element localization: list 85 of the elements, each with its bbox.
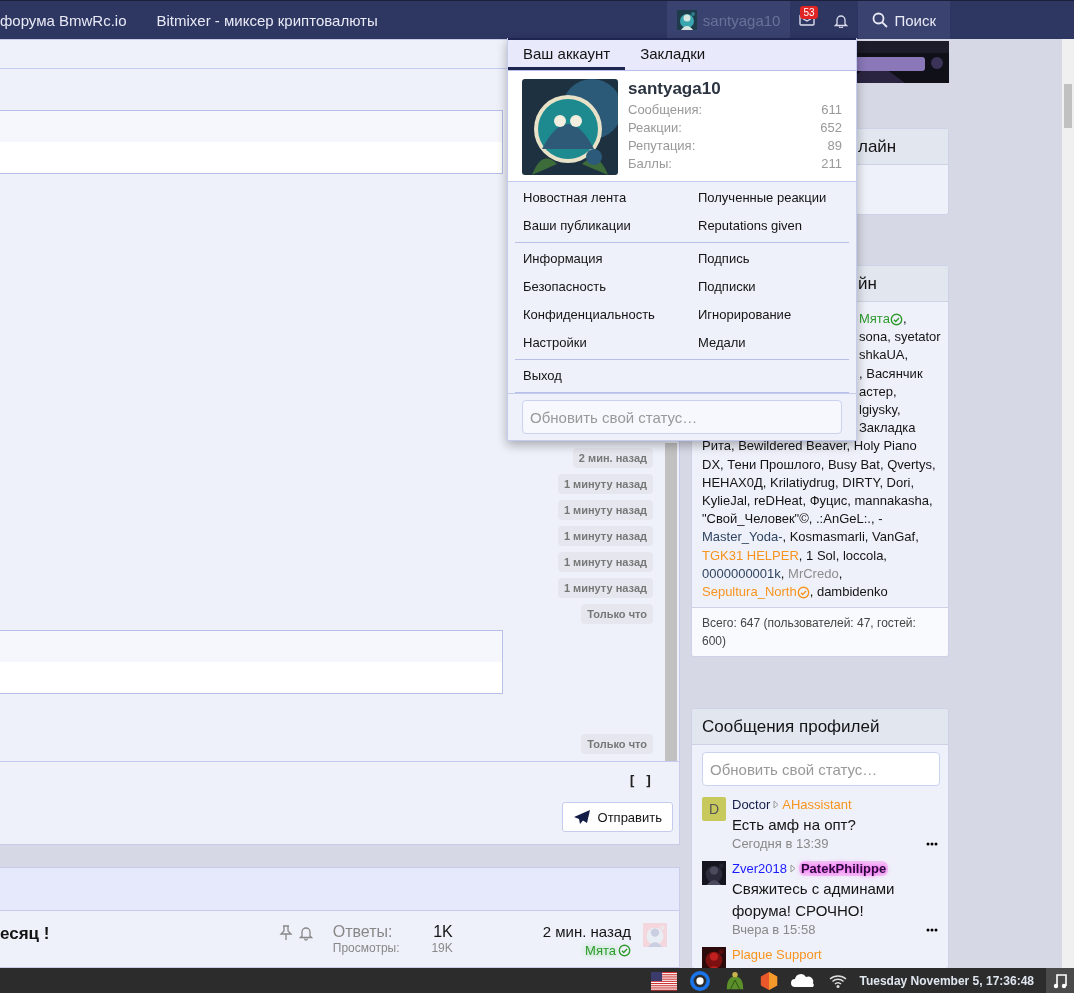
online-list-text: sona, syetator xyxy=(859,328,941,347)
post-text: Есть амф на опт? xyxy=(732,815,857,836)
replies-label: Ответы: xyxy=(332,923,394,941)
menu-link[interactable]: Медали xyxy=(690,329,849,357)
post-time: Сегодня в 13:39 xyxy=(732,836,829,852)
timestamp: 1 минуту назад xyxy=(557,500,653,520)
post-time: Вчера в 15:58 xyxy=(732,922,816,938)
widget-title: Сообщения профилей xyxy=(692,709,948,746)
menu-tab[interactable]: Закладки xyxy=(625,40,721,70)
stat-label: Сообщения: xyxy=(628,101,703,119)
views-count: 19K xyxy=(430,941,453,955)
timestamp: 2 мин. назад xyxy=(572,448,653,468)
pin-icon xyxy=(278,925,293,941)
unread-badge: 53 xyxy=(800,6,818,19)
more-icon[interactable] xyxy=(926,927,938,932)
online-user-link[interactable]: 0000000001k xyxy=(702,564,781,584)
caret-icon xyxy=(789,864,796,874)
online-list-text: DX, Тени Прошлого, Busy Bat, Qvertys, xyxy=(702,455,936,474)
search-icon xyxy=(872,12,889,28)
scrollbar[interactable] xyxy=(1062,39,1074,968)
username[interactable]: santyaga10 xyxy=(628,79,842,99)
stat-value: 89 xyxy=(827,137,842,155)
menu-link[interactable]: Выход xyxy=(515,362,690,390)
stat-label: Баллы: xyxy=(628,155,672,173)
online-list-text: shkaUA, xyxy=(859,346,909,365)
timestamp: 1 минуту назад xyxy=(557,552,653,572)
views-label: Просмотры: xyxy=(332,941,401,955)
hexagon-icon[interactable] xyxy=(759,970,780,991)
caret-icon xyxy=(773,800,780,810)
nav-link[interactable]: форума BmwRc.io xyxy=(0,1,142,39)
online-list-text: KylieJal, reDHeat, Фуцис, mannakasha, xyxy=(702,492,933,511)
bell-icon xyxy=(298,925,313,941)
more-icon[interactable] xyxy=(926,841,938,846)
online-list-text: НЕНАХ0Д, Krilatiydrug, DIRTY, Dori, xyxy=(702,473,915,492)
menu-link[interactable]: Reputations given xyxy=(690,212,849,240)
timestamp: Только что xyxy=(581,604,653,624)
clock[interactable]: Tuesday November 5, 17:36:48 xyxy=(859,973,1034,988)
online-list-text: , 1 Sol, loccola, xyxy=(798,546,887,565)
status-field[interactable]: Обновить свой статус… xyxy=(702,752,940,787)
online-list-text: , xyxy=(902,310,907,328)
menu-link[interactable]: Настройки xyxy=(515,329,690,357)
menu-link[interactable]: Конфиденциальность xyxy=(515,301,690,329)
online-list-text: астер, xyxy=(859,382,897,401)
flag-icon[interactable] xyxy=(651,970,678,991)
online-list-text: Закладка xyxy=(859,419,916,438)
menu-link[interactable]: Ваши публикации xyxy=(515,212,690,240)
author-link[interactable]: Doctor xyxy=(732,797,771,813)
music-note-icon[interactable] xyxy=(1053,972,1067,989)
online-list-text: Рита, Bewildered Beaver, Holy Piano xyxy=(702,437,917,456)
online-list-text: , Kosmasmarli, VanGaf, xyxy=(782,528,919,547)
scrollbar[interactable] xyxy=(665,443,677,761)
online-total: Всего: 647 (пользователей: 47, гостей: 600) xyxy=(692,607,948,657)
ring-icon[interactable] xyxy=(689,970,712,991)
timestamp: Только что xyxy=(581,734,653,754)
send-button[interactable]: Отправить xyxy=(561,802,673,832)
timestamp: 1 минуту назад xyxy=(557,526,653,546)
online-user-link[interactable]: Master_Yoda- xyxy=(702,528,783,547)
menu-link[interactable]: Игнорирование xyxy=(690,301,849,329)
last-post-time: 2 мин. назад xyxy=(542,923,631,940)
stat-value: 611 xyxy=(821,101,842,119)
menu-link[interactable]: Новостная лента xyxy=(515,184,690,212)
replies-count: 1K xyxy=(432,923,453,941)
timestamp: 1 минуту назад xyxy=(557,578,653,598)
bell-icon xyxy=(834,12,849,28)
stat-label: Реакции: xyxy=(628,119,682,137)
nav-link[interactable]: Bitmixer - миксер криптовалюты xyxy=(141,1,393,39)
avatar[interactable]: D xyxy=(702,797,726,822)
status-field[interactable]: Обновить свой статус… xyxy=(522,400,842,434)
thread-title[interactable]: есяц ! xyxy=(0,924,279,944)
menu-link[interactable]: Информация xyxy=(515,245,690,273)
timestamp: 1 минуту назад xyxy=(557,474,653,494)
post-text: Свяжитесь с админами форума! СРОЧНО! xyxy=(732,879,896,922)
online-list-text: "Свой_Человек"©, .:AnGeL:., - xyxy=(702,510,883,529)
online-list-text: , xyxy=(780,564,786,583)
search-button[interactable]: Поиск xyxy=(858,1,950,39)
menu-link[interactable]: Безопасность xyxy=(515,273,690,301)
online-list-text: , Васянчик xyxy=(859,364,923,383)
author-link[interactable]: Zver2018 xyxy=(732,861,787,877)
menu-link[interactable]: Полученные реакции xyxy=(690,184,849,212)
toggle-button[interactable]: [ ] xyxy=(621,772,659,790)
online-list-text: , xyxy=(838,564,843,583)
online-list-text: lgiysky, xyxy=(859,401,901,419)
menu-link[interactable]: Подписки xyxy=(690,273,849,301)
online-list-text: , dambidenko xyxy=(809,583,888,602)
paper-plane-icon xyxy=(572,809,591,825)
